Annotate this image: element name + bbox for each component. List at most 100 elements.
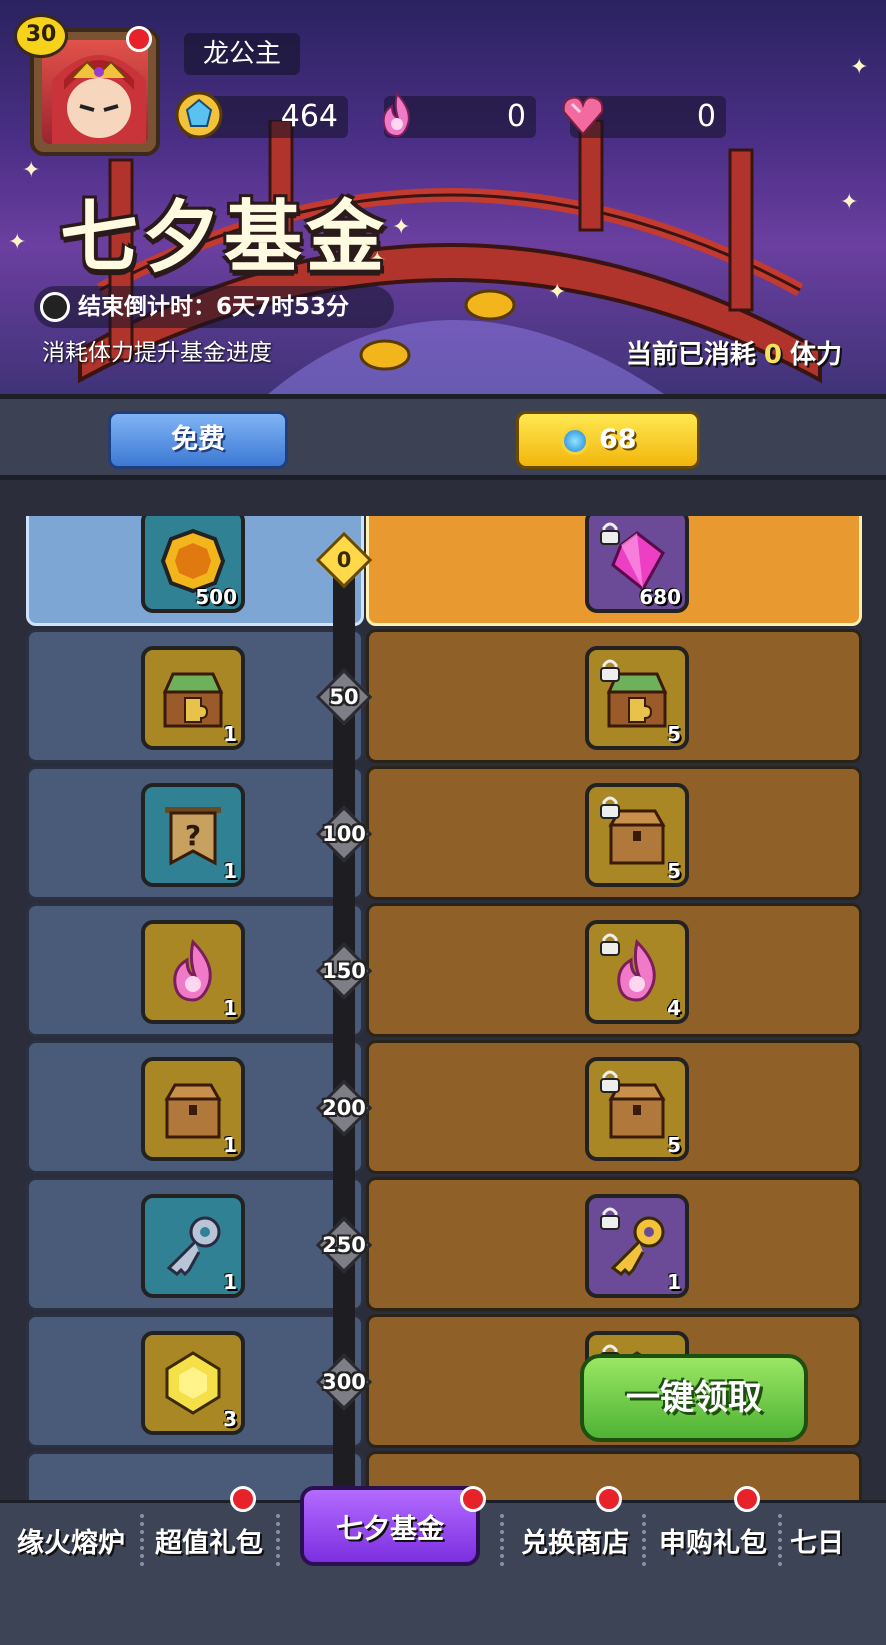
nav-divider	[500, 1514, 508, 1566]
paid-reward-item[interactable]: 1	[585, 1194, 689, 1298]
nav-tab-value-pack[interactable]: 超值礼包	[148, 1514, 270, 1574]
nav-notification-dot	[734, 1486, 760, 1512]
reward-quantity: 3	[223, 1407, 237, 1431]
reward-quantity: 1	[223, 1133, 237, 1157]
wooden-chest-icon	[164, 1083, 222, 1139]
reward-tier-row: 14	[26, 903, 862, 1037]
milestone-threshold: 200	[322, 1096, 366, 1120]
free-reward-item[interactable]: 1	[141, 1057, 245, 1161]
reward-tier-row: 500 680	[26, 516, 862, 626]
reward-quantity: 680	[639, 585, 681, 609]
consumed-stamina: 当前已消耗 0 体力	[626, 334, 842, 371]
free-reward-item[interactable]: 500	[141, 516, 245, 613]
crystal-heart-icon	[562, 96, 604, 136]
resource-gem-coin: 464	[175, 91, 348, 139]
paid-reward-cell: 5	[366, 766, 862, 900]
dragon-princess-portrait	[42, 40, 148, 144]
reward-tier-row: 15	[26, 1040, 862, 1174]
milestone-threshold: 50	[329, 685, 359, 709]
consumed-value: 0	[763, 340, 782, 370]
paid-reward-item[interactable]: 5	[585, 1057, 689, 1161]
nav-divider	[778, 1514, 786, 1566]
nav-tab-forge[interactable]: 缘火熔炉	[10, 1514, 132, 1574]
nav-tab-seven-day[interactable]: 七日	[790, 1514, 886, 1574]
reward-tier-row: 15	[26, 629, 862, 763]
nav-notification-dot	[460, 1486, 486, 1512]
paid-reward-item[interactable]: 5	[585, 646, 689, 750]
gem-coin-icon	[561, 427, 589, 455]
bottom-navigation: 缘火熔炉 超值礼包 七夕基金 兑换商店 申购礼包 七日	[0, 1486, 886, 1645]
free-reward-item[interactable]: ? 1	[141, 783, 245, 887]
reward-quantity: 1	[223, 996, 237, 1020]
lock-icon	[600, 1070, 620, 1093]
free-reward-item[interactable]: 3	[141, 1331, 245, 1435]
reward-quantity: 5	[667, 859, 681, 883]
free-track-tab[interactable]: 免费	[108, 411, 288, 469]
milestone-marker: 50	[315, 668, 373, 726]
pink-flame-icon	[173, 939, 212, 1002]
lock-icon	[600, 796, 620, 819]
milestone-threshold: 100	[322, 822, 366, 846]
consumed-prefix: 当前已消耗	[625, 340, 756, 370]
milestone-threshold: 150	[322, 959, 366, 983]
player-level-badge: 30	[14, 14, 68, 58]
player-name: 龙公主	[184, 33, 300, 75]
milestone-threshold: 250	[322, 1233, 366, 1257]
free-reward-item[interactable]: 1	[141, 920, 245, 1024]
consumed-suffix: 体力	[789, 340, 842, 370]
paid-reward-item[interactable]: 5	[585, 783, 689, 887]
milestone-marker: 100	[315, 805, 373, 863]
avatar-notification-dot	[126, 26, 152, 52]
countdown-text: 结束倒计时：6天7时53分	[78, 294, 350, 320]
free-reward-item[interactable]: 1	[141, 1194, 245, 1298]
paid-reward-item[interactable]: 680	[585, 516, 689, 613]
clock-icon	[40, 292, 70, 322]
resource-crystal-heart: 0	[562, 96, 726, 138]
paid-reward-cell: 680	[366, 516, 862, 626]
nav-divider	[140, 1514, 148, 1566]
countdown-pill: 结束倒计时：6天7时53分	[34, 286, 394, 328]
paid-reward-cell: 5	[366, 1040, 862, 1174]
gem-coin-icon	[175, 91, 223, 139]
milestone-marker: 0	[315, 531, 373, 589]
claim-all-button[interactable]: 一键领取	[580, 1354, 808, 1442]
track-header: 免费 68	[0, 394, 886, 480]
reward-quantity: 5	[667, 1133, 681, 1157]
milestone-marker: 250	[315, 1216, 373, 1274]
reward-quantity: 1	[667, 1270, 681, 1294]
paid-track-buy-button[interactable]: 68	[516, 411, 700, 469]
nav-tab-exchange-shop[interactable]: 兑换商店	[514, 1514, 636, 1574]
reward-quantity: 5	[667, 722, 681, 746]
reward-quantity: 4	[667, 996, 681, 1020]
nav-tab-subscribe-pack[interactable]: 申购礼包	[652, 1514, 774, 1574]
lock-icon	[600, 522, 620, 545]
event-description: 消耗体力提升基金进度	[42, 340, 272, 366]
nav-divider	[276, 1514, 284, 1566]
lock-icon	[600, 659, 620, 682]
free-reward-item[interactable]: 1	[141, 646, 245, 750]
reward-quantity: 1	[223, 1270, 237, 1294]
silver-key-icon	[166, 1216, 221, 1277]
reward-tier-row: ? 1 5	[26, 766, 862, 900]
event-banner: ✦ ✦ ✦ ✦ ✦ ✦ ✦ 30 龙公主 464 0 0 七夕基金 结束倒计时：…	[0, 0, 886, 408]
reward-quantity: 500	[195, 585, 237, 609]
milestone-marker: 300	[315, 1353, 373, 1411]
nav-tab-qixi-fund[interactable]: 七夕基金	[300, 1486, 480, 1566]
puzzle-chest-icon	[162, 672, 224, 728]
event-title: 七夕基金	[60, 192, 389, 283]
resource-value: 0	[506, 99, 526, 134]
nav-notification-dot	[230, 1486, 256, 1512]
reward-quantity: 1	[223, 859, 237, 883]
milestone-threshold: 300	[322, 1370, 366, 1394]
paid-track-price: 68	[599, 424, 637, 455]
resource-pink-flame: 0	[382, 91, 536, 138]
lock-icon	[600, 1207, 620, 1230]
nav-divider	[642, 1514, 650, 1566]
svg-text:?: ?	[185, 819, 201, 852]
pink-flame-icon	[382, 91, 410, 138]
paid-reward-item[interactable]: 4	[585, 920, 689, 1024]
paid-reward-cell: 4	[366, 903, 862, 1037]
resource-value: 464	[280, 99, 338, 134]
milestone-marker: 200	[315, 1079, 373, 1137]
yellow-gem-icon	[165, 1351, 221, 1415]
